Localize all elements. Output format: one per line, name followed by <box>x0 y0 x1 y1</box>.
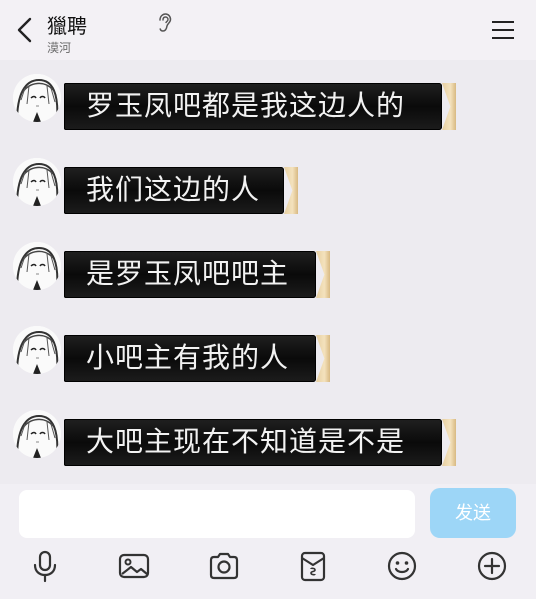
message-bubble[interactable]: 大吧主现在不知道是不是 <box>64 419 456 466</box>
back-arrow-icon[interactable] <box>14 16 36 44</box>
message-text: 小吧主有我的人 <box>86 341 290 374</box>
message-text: 是罗玉凤吧吧主 <box>86 257 290 290</box>
bubble-trim <box>316 335 330 382</box>
message-text: 我们这边的人 <box>86 173 261 206</box>
menu-icon[interactable] <box>491 20 515 40</box>
avatar[interactable] <box>13 242 61 290</box>
plus-icon[interactable] <box>475 549 509 583</box>
message-text: 罗玉凤吧都是我这边人的 <box>86 89 406 122</box>
microphone-icon[interactable] <box>28 549 62 583</box>
message-row: 大吧主现在不知道是不是 <box>0 402 536 466</box>
avatar[interactable] <box>13 410 61 458</box>
send-button[interactable]: 发送 <box>430 488 516 538</box>
message-text: 大吧主现在不知道是不是 <box>86 425 406 458</box>
bubble-trim <box>316 251 330 298</box>
avatar[interactable] <box>13 158 61 206</box>
camera-icon[interactable] <box>207 549 241 583</box>
bubble-trim <box>284 167 298 214</box>
composer-bar: 发送 <box>0 484 536 599</box>
message-bubble[interactable]: 是罗玉凤吧吧主 <box>64 251 330 298</box>
avatar[interactable] <box>13 74 61 122</box>
message-row: 是罗玉凤吧吧主 <box>0 234 536 298</box>
image-icon[interactable] <box>117 549 151 583</box>
message-row: 我们这边的人 <box>0 150 536 214</box>
chat-title: 獵聘 <box>47 14 87 38</box>
bubble-trim <box>442 419 456 466</box>
message-bubble[interactable]: 我们这边的人 <box>64 167 298 214</box>
message-row: 罗玉凤吧都是我这边人的 <box>0 66 536 130</box>
emoji-icon[interactable] <box>385 549 419 583</box>
message-input[interactable] <box>19 490 415 538</box>
message-bubble[interactable]: 罗玉凤吧都是我这边人的 <box>64 83 456 130</box>
message-bubble[interactable]: 小吧主有我的人 <box>64 335 330 382</box>
red-packet-icon[interactable] <box>296 549 330 583</box>
ear-icon[interactable] <box>157 13 173 33</box>
message-list[interactable]: 罗玉凤吧都是我这边人的 我们这边的人 是罗玉凤吧吧主 小吧主有我的人 大吧主现在… <box>0 60 536 484</box>
chat-subtitle: 漠河 <box>47 41 72 55</box>
avatar[interactable] <box>13 326 61 374</box>
chat-header: 獵聘 漠河 <box>0 0 536 60</box>
bubble-trim <box>442 83 456 130</box>
message-row: 小吧主有我的人 <box>0 318 536 382</box>
